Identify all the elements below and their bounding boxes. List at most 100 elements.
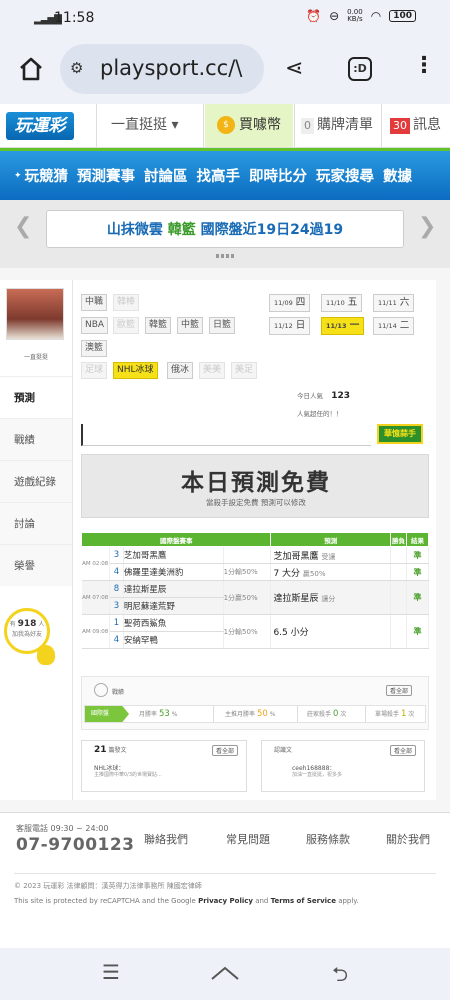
- nav-find-experts[interactable]: 找高手: [197, 165, 241, 186]
- nav-data[interactable]: 數據: [383, 165, 412, 186]
- recents-icon[interactable]: ☰: [102, 960, 120, 984]
- nav-predict-events[interactable]: 預測賽事: [77, 165, 135, 186]
- tab-honors[interactable]: 榮譽: [0, 544, 72, 586]
- nav-player-search[interactable]: 玩家搜尋: [316, 165, 374, 186]
- post-preview: 主推國際中華0/3的世場寶貼...: [94, 772, 162, 778]
- table-row: 4 佛羅里達美洲豹 1分輸50% 7 大分 贏50% 準: [82, 563, 429, 581]
- view-all-button[interactable]: 看全部: [389, 745, 416, 756]
- site-header: 玩運彩 一直挺挺 ▾ $ 買噱幣 0 購牌清單 30 訊息: [0, 104, 450, 148]
- free-title: 本日預測免費: [181, 470, 331, 496]
- date-tab[interactable]: 11/10 五: [321, 294, 363, 312]
- clock: 11:58: [54, 10, 95, 26]
- lightbulb-icon: [37, 645, 55, 665]
- league-chip[interactable]: 韓籃: [145, 317, 172, 334]
- footer-link-about[interactable]: 關於我們: [386, 831, 430, 847]
- column-header: 預測: [270, 532, 392, 547]
- tab-switcher-button[interactable]: :D: [348, 57, 372, 81]
- table-row: AM 07:08 8 達拉斯星辰 1分贏50% 達拉斯星辰 讓分 準: [81, 580, 429, 615]
- league-chip[interactable]: 美足: [231, 362, 258, 379]
- rate-category[interactable]: 國際盤: [85, 706, 129, 722]
- league-chip[interactable]: 中職: [81, 294, 108, 311]
- date-tab-active[interactable]: 11/13 一: [321, 317, 365, 335]
- nav-play-guess[interactable]: 玩競猜: [25, 165, 69, 186]
- posts-box: 21 篇發文 看全部 NHL冰球： 主推國際中華0/3的世場寶貼...: [81, 740, 247, 792]
- announcement-item[interactable]: 山抹微雲 韓籃 國際盤近19日24過19: [46, 210, 404, 248]
- league-chip[interactable]: 韓棒: [113, 294, 140, 311]
- site-logo[interactable]: 玩運彩: [6, 112, 74, 140]
- service-hours: 客服電話 09:30 ~ 24:00: [16, 824, 109, 833]
- back-icon[interactable]: ⮌: [332, 960, 348, 994]
- view-all-button[interactable]: 看全部: [211, 745, 238, 756]
- acquaintance-box: 認識文 看全部 ceeh168888： 加油一直挺挺，祝多多: [261, 740, 425, 792]
- view-all-button[interactable]: 看全部: [386, 685, 413, 696]
- free-banner: 本日預測免費 當殺手設定免費 預測可以修改: [81, 454, 429, 518]
- footer-link-faq[interactable]: 常見問題: [226, 831, 270, 847]
- league-chip[interactable]: 日籃: [209, 317, 236, 334]
- league-chip[interactable]: NBA: [81, 317, 109, 334]
- rate-banker-killer: 莊家殺手 0 次: [307, 709, 347, 719]
- messages-button[interactable]: 30 訊息: [381, 104, 450, 147]
- tab-game-log[interactable]: 遊戲紀錄: [0, 460, 72, 502]
- net-speed: 0.00 KB/s: [347, 8, 363, 23]
- record-label: 戰績: [112, 689, 125, 696]
- tab-predict[interactable]: 預測: [0, 376, 72, 418]
- share-icon[interactable]: ⋖: [285, 56, 303, 81]
- rate-bar: 國際盤 月勝率 53 % 主推月勝率 50 % 莊家殺手 0 次 單場殺手 1 …: [84, 705, 426, 723]
- home-icon[interactable]: [18, 56, 44, 82]
- league-chip[interactable]: 俄冰: [167, 362, 194, 379]
- avatar[interactable]: [6, 288, 64, 340]
- date-tab[interactable]: 11/09 四: [269, 294, 311, 312]
- system-nav-bar: ☰ ⮌: [0, 948, 450, 1000]
- league-chip[interactable]: 美美: [199, 362, 226, 379]
- footer-link-terms[interactable]: 服務條款: [306, 831, 350, 847]
- terms-link[interactable]: Terms of Service: [271, 897, 336, 905]
- total-popularity: 人氣超任的！！: [297, 410, 343, 418]
- status-bar: ▂▃▅▇ 11:58 ⏰ ⊖ 0.00 KB/s ◠ 100: [0, 0, 450, 36]
- column-header: 國際盤賽事: [80, 532, 272, 547]
- announcement-carousel: ❮ 山抹微雲 韓籃 國際盤近19日24過19 ❯: [0, 200, 450, 268]
- date-tab[interactable]: 11/12 日: [269, 317, 311, 335]
- helper-mascot[interactable]: 華憶蒜手: [373, 396, 423, 448]
- league-chip[interactable]: 歐籃: [113, 317, 140, 334]
- date-tab[interactable]: 11/11 六: [373, 294, 415, 312]
- fans-badge[interactable]: 有 918 人 加我為好友: [4, 608, 55, 665]
- league-chip[interactable]: 中籃: [177, 317, 204, 334]
- nav-live-scores[interactable]: 即時比分: [249, 165, 307, 186]
- league-chip[interactable]: 澳籃: [81, 340, 108, 357]
- league-chip-active[interactable]: NHL冰球: [113, 362, 158, 379]
- site-settings-icon[interactable]: ⚙: [70, 59, 83, 77]
- cart-count: 0: [301, 118, 314, 134]
- league-chip[interactable]: 足球: [81, 362, 108, 379]
- dnd-icon: ⊖: [329, 9, 340, 23]
- table-row: AM 09:08 1 聖荷西鯊魚 1分輸50% 6.5 小分 準: [81, 614, 429, 649]
- footer-link-contact[interactable]: 聯絡我們: [144, 831, 188, 847]
- free-subtitle: 當殺手設定免費 預測可以修改: [206, 498, 306, 507]
- home-button-icon[interactable]: [210, 964, 240, 982]
- service-phone[interactable]: 07-9700123: [16, 835, 135, 855]
- star-icon: ✦: [14, 170, 22, 181]
- profile-sidebar: 一直挺挺 預測 戰績 遊戲紀錄 討論 榮譽 有 918 人 加我為好友: [0, 280, 72, 800]
- recaptcha-notice: This site is protected by reCAPTCHA and …: [14, 897, 359, 905]
- battery-icon: 100: [389, 10, 416, 22]
- tab-discussion[interactable]: 討論: [0, 502, 72, 544]
- address-bar[interactable]: ⚙ playsport.cc/\: [60, 44, 264, 94]
- url-text[interactable]: playsport.cc/\: [100, 56, 260, 80]
- user-selector[interactable]: 一直挺挺 ▾: [96, 104, 204, 147]
- privacy-policy-link[interactable]: Privacy Policy: [198, 897, 253, 905]
- cart-button[interactable]: 0 購牌清單: [294, 104, 380, 147]
- rate-main-monthly: 主推月勝率 50 %: [225, 709, 276, 719]
- column-header: 勝負: [390, 532, 408, 547]
- buy-coins-button[interactable]: $ 買噱幣: [205, 104, 293, 147]
- more-menu-icon[interactable]: ⋮: [413, 53, 435, 78]
- chevron-left-icon[interactable]: ❮: [14, 214, 32, 239]
- main-nav: ✦ 玩競猜 預測賽事 討論區 找高手 即時比分 玩家搜尋 數據: [0, 148, 450, 200]
- username: 一直挺挺: [23, 354, 48, 361]
- table-row: AM 02:08 3 芝加哥黑鷹 芝加哥黑鷹 受讓 準: [81, 546, 429, 581]
- coin-icon: $: [217, 116, 235, 134]
- chevron-right-icon[interactable]: ❯: [418, 214, 436, 239]
- tab-record[interactable]: 戰績: [0, 418, 72, 460]
- nav-forum[interactable]: 討論區: [144, 165, 188, 186]
- today-popularity: 今日人氣 123: [297, 391, 351, 401]
- date-tab[interactable]: 11/14 二: [373, 317, 415, 335]
- prediction-input[interactable]: [81, 424, 371, 446]
